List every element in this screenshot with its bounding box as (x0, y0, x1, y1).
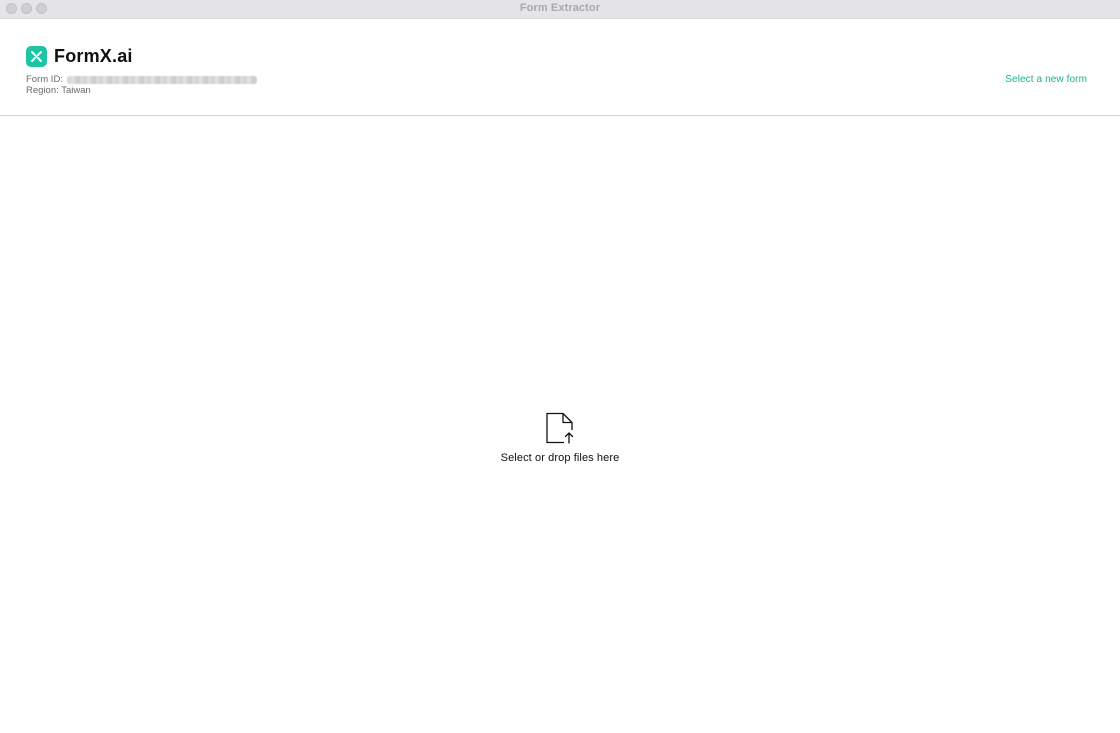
select-new-form-link[interactable]: Select a new form (1005, 74, 1087, 85)
header: FormX.ai Form ID: Region: Taiwan Select … (0, 19, 1120, 116)
drop-zone-label[interactable]: Select or drop files here (0, 452, 1120, 464)
file-upload-icon[interactable] (545, 412, 575, 444)
formx-logo-icon (26, 46, 47, 67)
form-id-value-redacted (66, 75, 257, 84)
brand-logo: FormX.ai (26, 46, 133, 67)
form-meta: Form ID: Region: Taiwan (26, 74, 257, 96)
title-bar: Form Extractor (0, 0, 1120, 19)
drop-zone-content[interactable]: Select or drop files here (0, 412, 1120, 464)
app-window: Form Extractor FormX.ai Form ID: Region:… (0, 0, 1120, 733)
window-title: Form Extractor (519, 2, 601, 14)
brand-name: FormX.ai (54, 46, 133, 66)
form-id-label: Form ID: (26, 74, 63, 85)
file-drop-zone[interactable]: Select or drop files here (0, 116, 1120, 733)
region-label: Region: Taiwan (26, 85, 91, 96)
